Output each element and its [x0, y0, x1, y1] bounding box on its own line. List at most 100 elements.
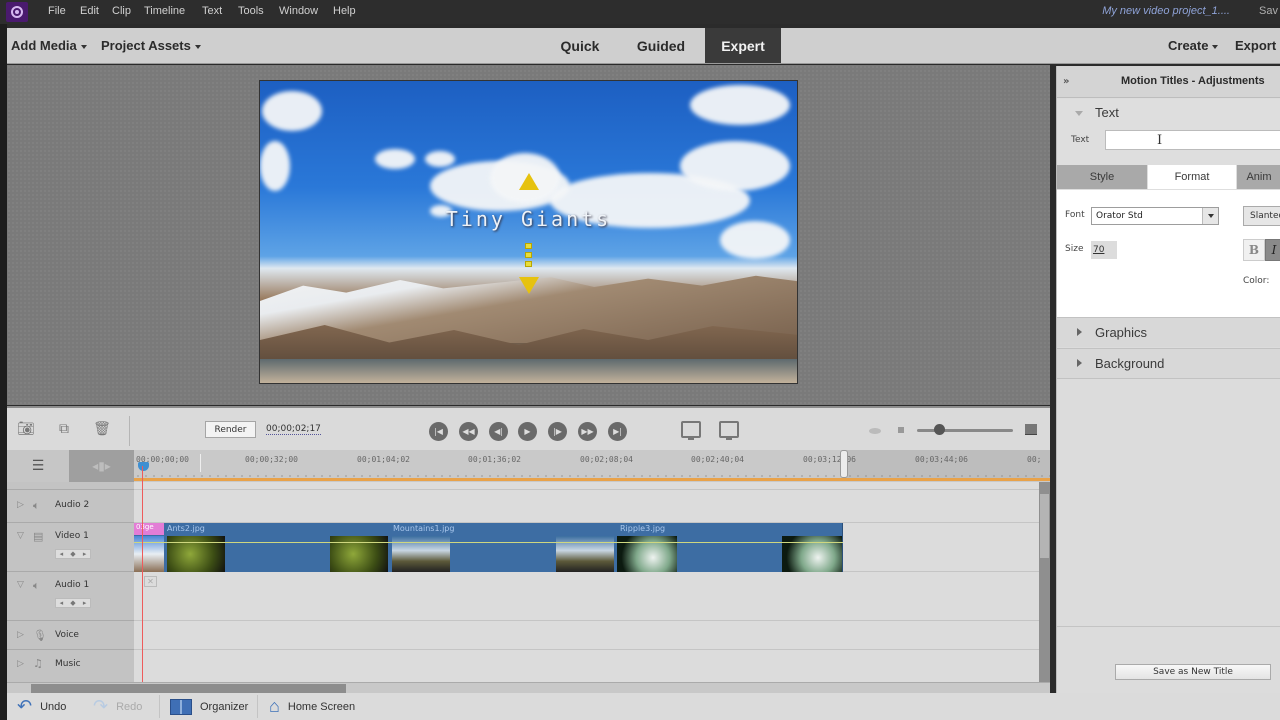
clip-name[interactable]: Ripple3.jpg — [620, 524, 665, 533]
organizer-button[interactable]: Organizer — [170, 693, 248, 720]
collapse-track-icon[interactable]: ▽ — [17, 580, 24, 590]
dropdown-arrow-icon[interactable] — [1202, 208, 1218, 224]
font-dropdown[interactable]: Orator Std — [1091, 207, 1219, 225]
italic-button[interactable]: I — [1265, 239, 1280, 261]
copy-icon[interactable]: ⧉ — [55, 421, 73, 437]
opacity-line[interactable] — [134, 542, 843, 543]
title-anchor-handle[interactable] — [525, 243, 532, 249]
mode-tab-quick[interactable]: Quick — [547, 28, 613, 63]
playhead-line[interactable] — [142, 466, 143, 684]
work-area-bar[interactable] — [134, 478, 1050, 481]
menu-file[interactable]: File — [48, 5, 66, 17]
zoom-slider-knob[interactable] — [934, 424, 945, 435]
go-to-end-icon[interactable]: ▶| — [608, 422, 627, 441]
go-to-start-icon[interactable]: |◀ — [429, 422, 448, 441]
track-header-video-1[interactable]: ▽ ▤ Video 1 ◂ ◆ ▸ — [7, 523, 134, 572]
save-as-new-title-button[interactable]: Save as New Title — [1115, 664, 1271, 680]
undo-button[interactable]: ↶ Undo — [17, 693, 66, 720]
title-anchor-handle[interactable] — [525, 261, 532, 267]
camera-icon[interactable]: 📷︎ — [17, 421, 35, 437]
mode-tab-expert[interactable]: Expert — [705, 28, 781, 63]
play-icon[interactable]: ▶ — [518, 422, 537, 441]
track-header-audio-2[interactable]: ▷ 🔈︎ Audio 2 — [7, 490, 134, 523]
render-button[interactable]: Render — [205, 421, 256, 438]
text-cursor-icon: I — [1157, 133, 1163, 148]
audio-mixer-icon[interactable]: ◂▮▸ — [69, 450, 134, 482]
font-style-dropdown[interactable]: Slanted — [1243, 206, 1280, 226]
text-section-label[interactable]: Text — [1095, 105, 1119, 120]
collapse-track-icon[interactable]: ▽ — [17, 531, 24, 541]
add-media-button[interactable]: Add Media — [11, 38, 87, 53]
playhead-handle[interactable] — [138, 462, 149, 471]
timeline-horizontal-scrollbar[interactable] — [7, 682, 1050, 693]
track-header-music[interactable]: ▷ ♫ Music — [7, 650, 134, 682]
track-header-audio-1[interactable]: ▽ 🔈︎ Audio 1 ◂ ◆ ▸ — [7, 572, 134, 621]
organizer-icon — [170, 698, 192, 715]
menu-timeline[interactable]: Timeline — [144, 5, 185, 17]
expand-track-icon[interactable]: ▷ — [17, 630, 24, 640]
track-music[interactable] — [134, 650, 1039, 682]
render-monitor-icon[interactable] — [681, 421, 701, 440]
timeline-ruler[interactable]: 00;00;00;00 00;00;32;00 00;01;04;02 00;0… — [134, 450, 1050, 482]
horizontal-scroll-thumb[interactable] — [31, 684, 346, 693]
video-clip-strip[interactable]: 03ge Ants2.jpg Mountains1.jpg Ripple3.jp… — [134, 523, 843, 572]
track-audio-2[interactable] — [134, 490, 1039, 523]
project-assets-button[interactable]: Project Assets — [101, 38, 201, 53]
expand-triangle-icon[interactable] — [1075, 111, 1083, 116]
zoom-step-icon[interactable] — [898, 427, 904, 433]
track-settings-icon[interactable]: ☰ — [7, 450, 69, 482]
size-input[interactable]: 70 — [1091, 241, 1117, 259]
menu-clip[interactable]: Clip — [112, 5, 131, 17]
step-forward-icon[interactable]: |▶ — [548, 422, 567, 441]
clip-name[interactable]: Mountains1.jpg — [393, 524, 454, 533]
menu-window[interactable]: Window — [279, 5, 318, 17]
mode-tab-guided[interactable]: Guided — [625, 28, 697, 63]
motion-handle-up-icon[interactable] — [519, 173, 539, 190]
title-text-input[interactable] — [1105, 130, 1280, 150]
timeline-zoom-slider[interactable] — [917, 429, 1013, 432]
tab-animation[interactable]: Anim — [1237, 165, 1280, 189]
export-button[interactable]: Export — [1235, 38, 1276, 53]
zoom-in-icon[interactable] — [1025, 424, 1037, 435]
background-section[interactable]: Background — [1057, 348, 1280, 378]
keyframe-controls[interactable]: ◂ ◆ ▸ — [55, 598, 91, 608]
previous-edit-icon[interactable]: ◀◀ — [459, 422, 478, 441]
title-anchor-handle[interactable] — [525, 252, 532, 258]
audio-clip-marker-icon[interactable]: ✕ — [144, 576, 157, 587]
menu-edit[interactable]: Edit — [80, 5, 99, 17]
trash-icon[interactable]: 🗑︎ — [93, 421, 111, 437]
create-button[interactable]: Create — [1168, 38, 1219, 53]
redo-button[interactable]: ↷ Redo — [93, 693, 142, 720]
track-name: Voice — [55, 630, 79, 640]
track-audio-1[interactable]: ✕ — [134, 572, 1039, 621]
tab-style[interactable]: Style — [1057, 165, 1147, 189]
keyframe-controls[interactable]: ◂ ◆ ▸ — [55, 549, 91, 559]
title-clip[interactable]: 03ge — [134, 523, 164, 535]
graphics-section[interactable]: Graphics — [1057, 317, 1280, 347]
track-header-voice[interactable]: ▷ 🎙︎ Voice — [7, 621, 134, 650]
step-back-icon[interactable]: ◀| — [489, 422, 508, 441]
next-edit-icon[interactable]: ▶▶ — [578, 422, 597, 441]
project-name: My new video project_1.... — [1102, 5, 1230, 17]
vertical-scroll-thumb[interactable] — [1040, 494, 1049, 558]
menu-help[interactable]: Help — [333, 5, 356, 17]
bold-button[interactable]: B — [1243, 239, 1265, 261]
video-preview[interactable]: Tiny Giants — [259, 80, 798, 384]
work-area-end-handle[interactable] — [840, 450, 848, 478]
home-screen-button[interactable]: ⌂ Home Screen — [269, 693, 355, 720]
motion-handle-down-icon[interactable] — [519, 277, 539, 294]
track-video-1[interactable]: 03ge Ants2.jpg Mountains1.jpg Ripple3.jp… — [134, 523, 1039, 572]
menu-tools[interactable]: Tools — [238, 5, 264, 17]
clip-name[interactable]: Ants2.jpg — [167, 524, 205, 533]
expand-track-icon[interactable]: ▷ — [17, 500, 24, 510]
title-overlay-text[interactable]: Tiny Giants — [260, 207, 797, 231]
track-voice[interactable] — [134, 621, 1039, 650]
save-link[interactable]: Sav — [1259, 5, 1278, 17]
collapse-panel-icon[interactable]: » — [1063, 76, 1069, 87]
current-timecode[interactable]: 00;00;02;17 — [266, 424, 321, 435]
menu-text[interactable]: Text — [202, 5, 222, 17]
zoom-out-icon[interactable] — [869, 428, 881, 434]
tab-format[interactable]: Format — [1148, 165, 1236, 189]
fit-monitor-icon[interactable] — [719, 421, 739, 440]
expand-track-icon[interactable]: ▷ — [17, 659, 24, 669]
